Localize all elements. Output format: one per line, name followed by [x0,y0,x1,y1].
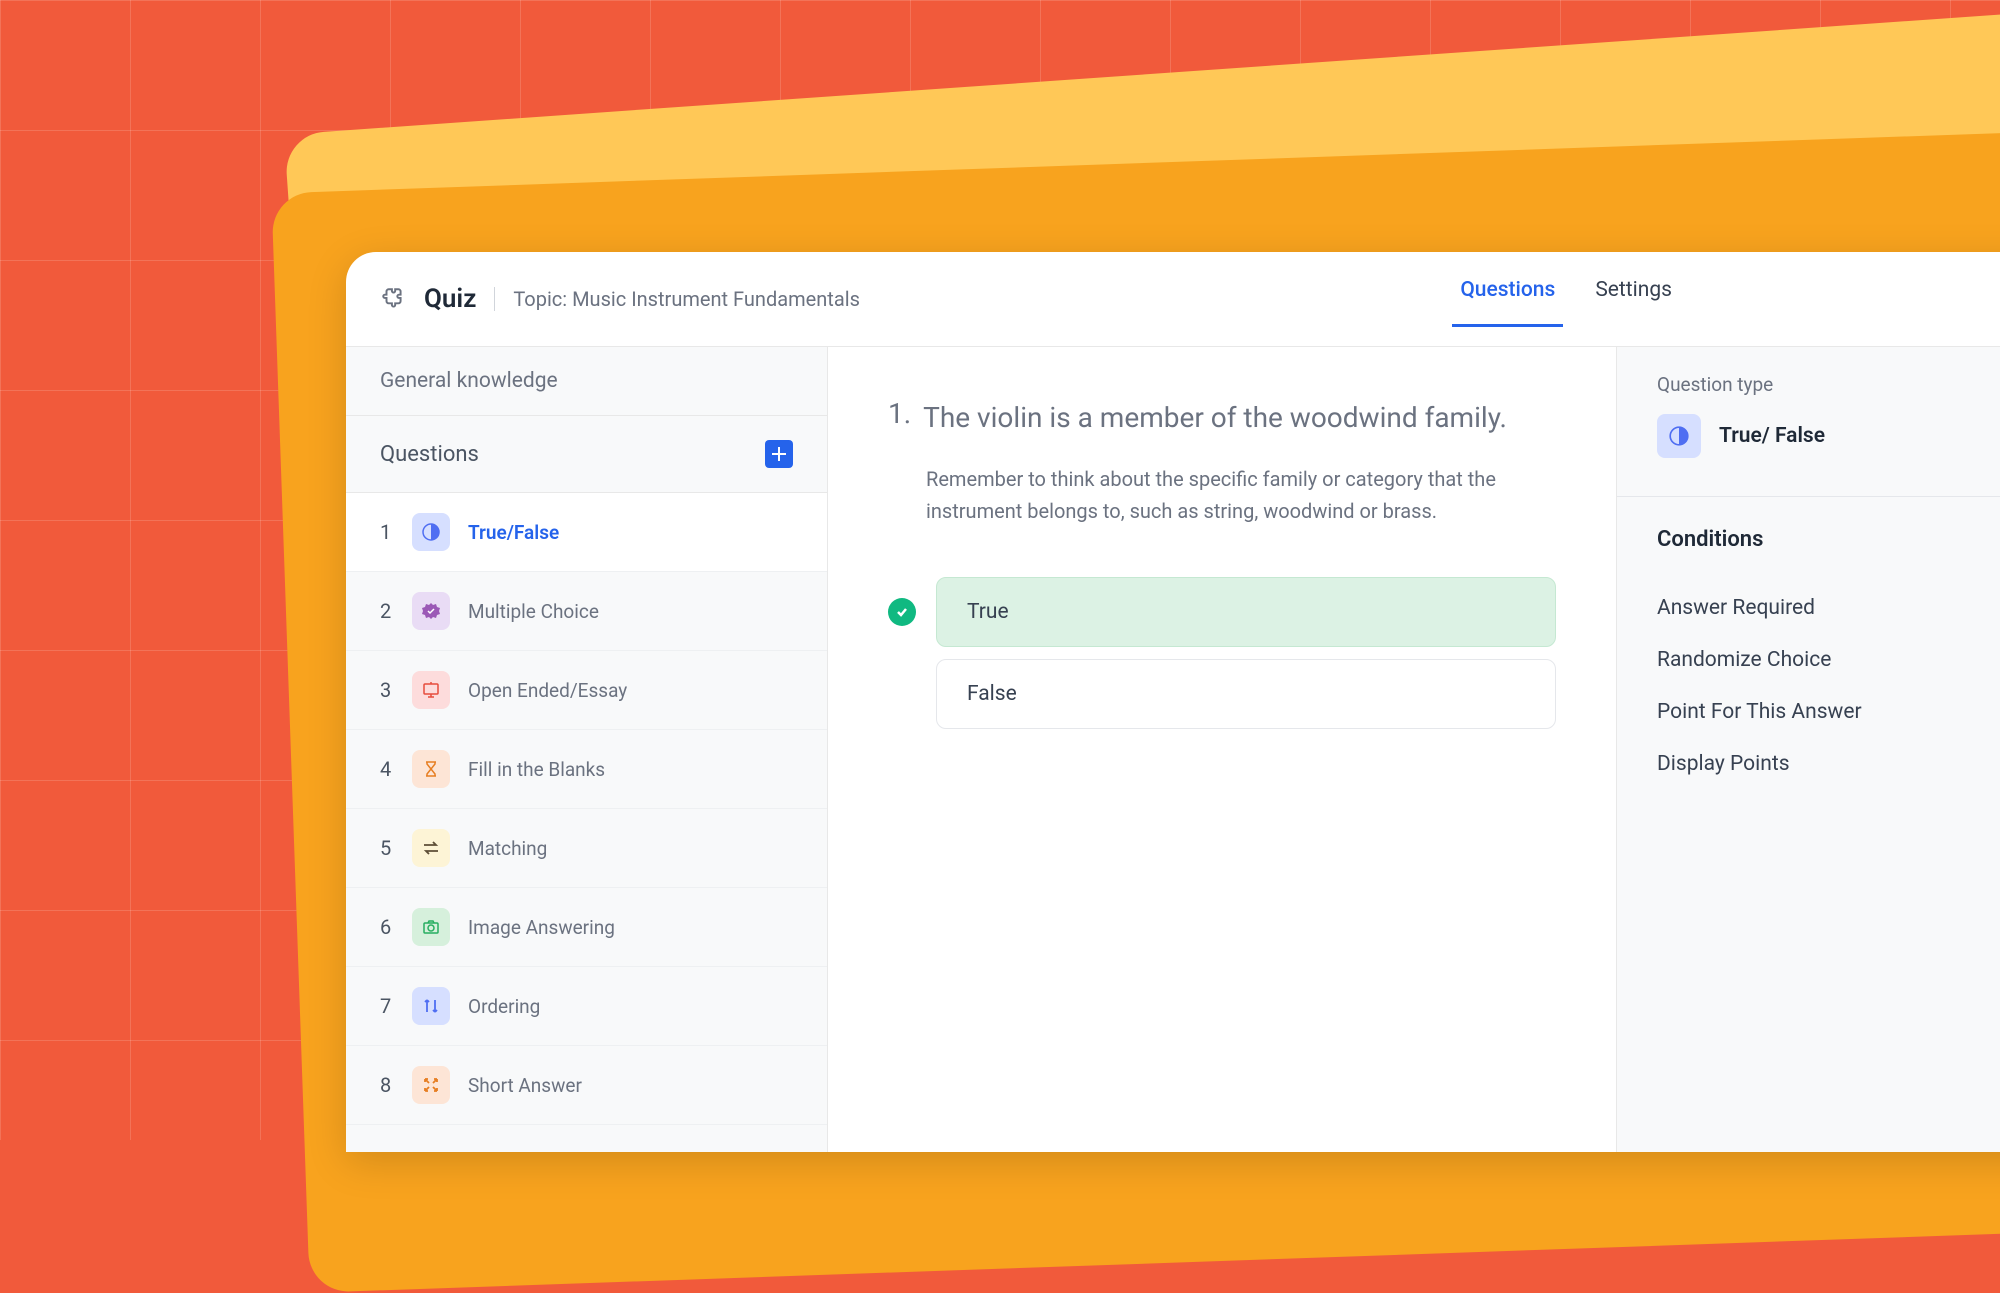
header-divider [494,287,495,311]
app-header: Quiz Topic: Music Instrument Fundamental… [346,252,2000,347]
tab-settings[interactable]: Settings [1575,272,1692,326]
answer-row-true: True [888,577,1556,647]
panel-divider [1617,496,2000,497]
question-index: 1. [888,397,911,439]
question-label: Ordering [468,995,540,1018]
sidebar: General knowledge Questions 1 True/False… [346,347,828,1152]
add-question-button[interactable] [765,440,793,468]
correct-check-icon [888,598,916,626]
condition-points[interactable]: Point For This Answer [1657,686,2000,738]
question-type-chip[interactable]: True/ False [1657,414,2000,458]
condition-answer-required[interactable]: Answer Required [1657,582,2000,634]
half-circle-icon [412,513,450,551]
sidebar-item-short-answer[interactable]: 8 Short Answer [346,1046,827,1125]
properties-panel: Question type True/ False Conditions Ans… [1616,347,2000,1152]
sidebar-item-image-answering[interactable]: 6 Image Answering [346,888,827,967]
question-label: Image Answering [468,916,615,939]
app-title: Quiz [424,284,476,314]
plus-icon [771,446,787,462]
check-badge-icon [412,592,450,630]
question-number: 2 [380,599,394,623]
question-number: 5 [380,836,394,860]
question-content: 1. The violin is a member of the woodwin… [828,347,1616,1152]
question-label: Multiple Choice [468,600,599,623]
question-number: 3 [380,678,394,702]
sort-arrows-icon [412,987,450,1025]
questions-header-title: Questions [380,442,479,467]
sidebar-item-true-false[interactable]: 1 True/False [346,493,827,572]
condition-randomize[interactable]: Randomize Choice [1657,634,2000,686]
swap-arrows-icon [412,829,450,867]
question-number: 4 [380,757,394,781]
question-label: Fill in the Blanks [468,758,605,781]
question-label: Short Answer [468,1074,582,1097]
question-type-name: True/ False [1719,424,1825,448]
answer-list: True False [888,577,1556,729]
hourglass-icon [412,750,450,788]
app-body: General knowledge Questions 1 True/False… [346,347,2000,1152]
answer-option-true[interactable]: True [936,577,1556,647]
answer-option-false[interactable]: False [936,659,1556,729]
conditions-title: Conditions [1657,527,2000,552]
collapse-icon [412,1066,450,1104]
question-hint: Remember to think about the specific fam… [926,463,1506,527]
question-label: Open Ended/Essay [468,679,627,702]
question-type-label: Question type [1657,373,2000,396]
tab-questions[interactable]: Questions [1440,272,1575,326]
question-label: Matching [468,837,547,860]
topic-label: Topic: Music Instrument Fundamentals [513,287,860,311]
question-header: 1. The violin is a member of the woodwin… [888,397,1556,439]
camera-icon [412,908,450,946]
condition-display-points[interactable]: Display Points [1657,738,2000,790]
question-number: 7 [380,994,394,1018]
question-number: 1 [380,520,394,544]
question-label: True/False [468,521,559,544]
question-number: 8 [380,1073,394,1097]
category-label: General knowledge [346,347,827,416]
sidebar-item-ordering[interactable]: 7 Ordering [346,967,827,1046]
sidebar-item-multiple-choice[interactable]: 2 Multiple Choice [346,572,827,651]
questions-section-header: Questions [346,416,827,493]
answer-row-false: False [888,659,1556,729]
puzzle-icon [380,286,406,312]
quiz-app-window: Quiz Topic: Music Instrument Fundamental… [346,252,2000,1152]
sidebar-item-matching[interactable]: 5 Matching [346,809,827,888]
question-number: 6 [380,915,394,939]
sidebar-item-essay[interactable]: 3 Open Ended/Essay [346,651,827,730]
sidebar-item-fill-blanks[interactable]: 4 Fill in the Blanks [346,730,827,809]
question-text: The violin is a member of the woodwind f… [923,397,1507,439]
presentation-icon [412,671,450,709]
header-tabs: Questions Settings [1440,272,1692,326]
half-circle-icon [1657,414,1701,458]
